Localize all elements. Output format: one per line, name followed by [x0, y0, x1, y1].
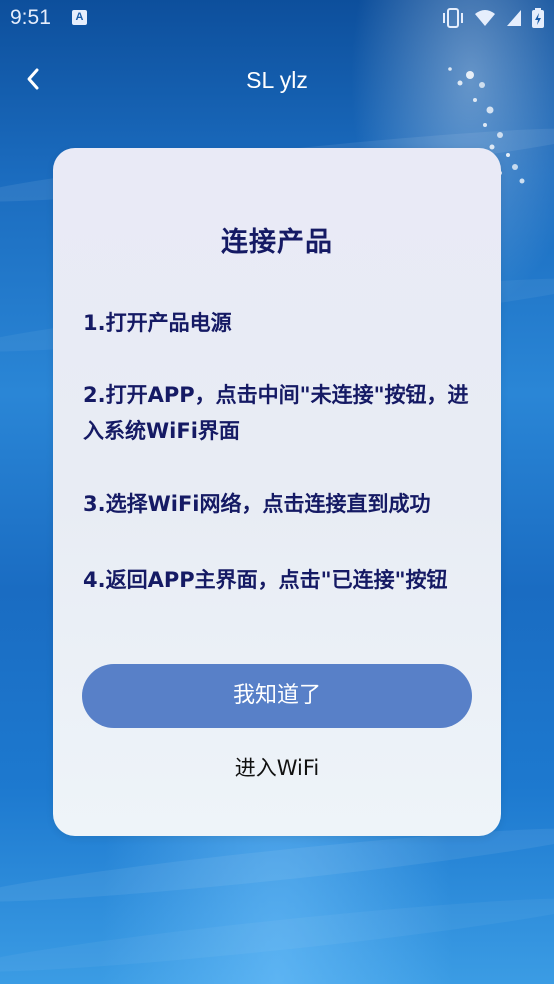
signal-icon: [507, 10, 521, 26]
vibrate-icon: [443, 8, 463, 28]
app-screen: 9:51 A SL ylz 连接产品 1.打开产品电源 2.打开APP，点击中间…: [0, 0, 554, 984]
battery-icon: [532, 8, 544, 28]
step-3-text: 3.选择WiFi网络，点击连接直到成功: [83, 492, 431, 516]
enter-wifi-link[interactable]: 进入WiFi: [53, 752, 501, 782]
wifi-icon: [475, 10, 495, 26]
step-4-text: 4.返回APP主界面，点击"已连接"按钮: [83, 568, 448, 592]
water-wave: [0, 886, 554, 984]
notification-badge-icon: A: [72, 10, 87, 25]
status-bar: 9:51 A: [0, 0, 554, 36]
step-1-text: 1.打开产品电源: [83, 311, 232, 335]
status-icons: [442, 8, 544, 28]
step-2-text: 2.打开APP，点击中间"未连接"按钮，进入系统WiFi界面: [83, 383, 469, 443]
status-time: 9:51: [10, 6, 51, 29]
connect-product-dialog: 连接产品 1.打开产品电源 2.打开APP，点击中间"未连接"按钮，进入系统Wi…: [53, 148, 501, 836]
dialog-title: 连接产品: [221, 227, 333, 258]
got-it-button[interactable]: 我知道了: [82, 664, 472, 728]
